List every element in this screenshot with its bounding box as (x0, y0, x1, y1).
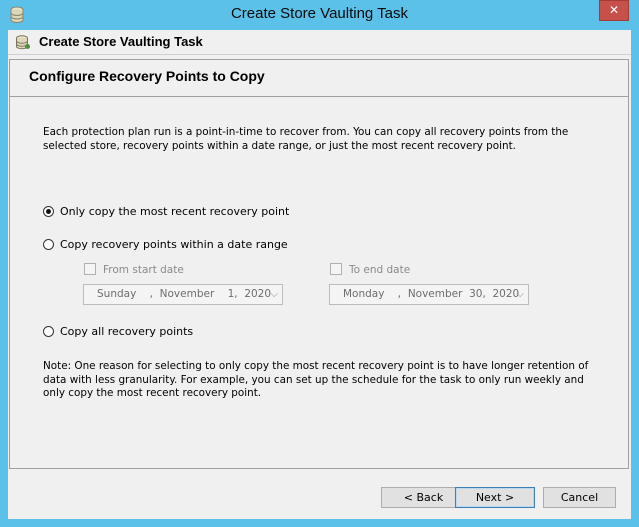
chevron-down-icon[interactable]: ⌵ (516, 285, 524, 304)
note-text: Note: One reason for selecting to only c… (43, 360, 589, 399)
start-date-checkbox[interactable] (84, 263, 96, 275)
option-most-recent-label: Only copy the most recent recovery point (60, 205, 290, 218)
option-date-range[interactable]: Copy recovery points within a date range (43, 238, 288, 251)
option-all[interactable]: Copy all recovery points (43, 325, 193, 338)
dialog-header: Create Store Vaulting Task (8, 30, 631, 55)
description-text: Each protection plan run is a point-in-t… (43, 126, 569, 152)
next-button[interactable]: Next > (455, 487, 535, 508)
back-button[interactable]: < Back (381, 487, 466, 508)
window-title: Create Store Vaulting Task (230, 5, 409, 22)
end-date-value: Monday , November 30, 2020 (343, 288, 520, 300)
title-bar[interactable]: Create Store Vaulting Task ✕ (0, 0, 639, 30)
start-date-value: Sunday , November 1, 2020 (97, 288, 272, 300)
radio-most-recent[interactable] (43, 206, 54, 217)
end-date-checkbox-row[interactable]: To end date (330, 263, 410, 276)
radio-date-range[interactable] (43, 239, 54, 250)
option-all-label: Copy all recovery points (60, 325, 194, 338)
database-icon (15, 35, 31, 50)
end-date-picker[interactable]: Monday , November 30, 2020 ⌵ (329, 284, 529, 305)
dialog-window: Create Store Vaulting Task ✕ Create Stor… (0, 0, 639, 527)
start-date-label: From start date (103, 264, 184, 276)
start-date-checkbox-row[interactable]: From start date (84, 263, 184, 276)
dialog-content: Create Store Vaulting Task Configure Rec… (8, 30, 631, 519)
chevron-down-icon[interactable]: ⌵ (270, 285, 278, 304)
end-date-label: To end date (349, 264, 411, 276)
divider (10, 96, 628, 97)
header-title: Create Store Vaulting Task (39, 34, 203, 49)
page-title: Configure Recovery Points to Copy (29, 68, 265, 84)
start-date-picker[interactable]: Sunday , November 1, 2020 ⌵ (83, 284, 283, 305)
end-date-checkbox[interactable] (330, 263, 342, 275)
option-most-recent[interactable]: Only copy the most recent recovery point (43, 205, 289, 218)
wizard-panel: Configure Recovery Points to Copy Each p… (9, 59, 629, 469)
radio-all[interactable] (43, 326, 54, 337)
cancel-button[interactable]: Cancel (543, 487, 616, 508)
close-button[interactable]: ✕ (599, 0, 629, 21)
option-date-range-label: Copy recovery points within a date range (60, 238, 288, 251)
